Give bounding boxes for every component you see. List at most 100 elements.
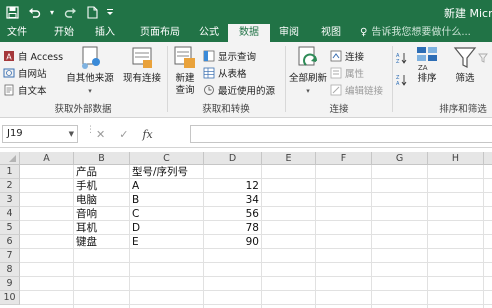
- sort-ascending-button[interactable]: AZ: [396, 50, 411, 65]
- cell-d5[interactable]: 78: [204, 221, 262, 235]
- chevron-down-icon[interactable]: [106, 4, 114, 20]
- show-queries-button[interactable]: 显示查询: [203, 48, 256, 63]
- column-header-h[interactable]: H: [428, 152, 484, 165]
- tell-me-text: 告诉我您想要做什么...: [371, 27, 471, 38]
- clear-filter-button[interactable]: [478, 50, 492, 65]
- column-header-b[interactable]: B: [74, 152, 130, 165]
- connections-button[interactable]: 连接: [330, 48, 364, 63]
- cell-b3[interactable]: 电脑: [76, 193, 97, 207]
- show-queries-icon: [203, 50, 215, 61]
- refresh-all-label: 全部刷新: [288, 73, 327, 84]
- grid-line: [427, 165, 428, 308]
- cell-b5[interactable]: 耳机: [76, 221, 97, 235]
- column-header-c[interactable]: C: [130, 152, 204, 165]
- column-header-g[interactable]: G: [372, 152, 428, 165]
- edit-links-icon: [330, 84, 342, 95]
- tab-home[interactable]: 开始: [46, 24, 82, 42]
- filter-button[interactable]: 筛选: [448, 44, 482, 85]
- spreadsheet-grid[interactable]: A B C D E F G H 1 2 3 4 5 6 7 8 9 10 产品 …: [0, 152, 492, 308]
- from-text-label: 自文本: [18, 85, 47, 97]
- row-header-5[interactable]: 5: [0, 221, 20, 235]
- cell-c1[interactable]: 型号/序列号: [132, 165, 188, 179]
- from-table-button[interactable]: 从表格: [203, 65, 247, 80]
- cancel-icon[interactable]: ✕: [96, 128, 105, 141]
- row-header-2[interactable]: 2: [0, 179, 20, 193]
- cell-c3[interactable]: B: [132, 193, 139, 207]
- enter-icon[interactable]: ✓: [119, 128, 128, 141]
- chevron-down-icon: ▾: [88, 87, 92, 95]
- drag-handle-icon[interactable]: ⋮: [86, 126, 95, 140]
- new-query-label-2: 查询: [175, 85, 195, 96]
- cell-c4[interactable]: C: [132, 207, 139, 221]
- chevron-down-icon[interactable]: ▼: [69, 126, 74, 142]
- tab-file[interactable]: 文件: [0, 24, 34, 42]
- column-header-e[interactable]: E: [262, 152, 316, 165]
- redo-icon[interactable]: [62, 4, 78, 20]
- web-icon: [3, 68, 15, 77]
- row-header-8[interactable]: 8: [0, 263, 20, 277]
- formula-input[interactable]: [190, 125, 492, 143]
- from-web-button[interactable]: 自网站: [3, 65, 47, 80]
- cell-b4[interactable]: 音响: [76, 207, 97, 221]
- sort-descending-button[interactable]: ZA: [396, 72, 411, 87]
- new-query-button[interactable]: 新建 查询: [170, 44, 200, 97]
- cell-b2[interactable]: 手机: [76, 179, 97, 193]
- recent-sources-label: 最近使用的源: [218, 85, 276, 97]
- row-header-1[interactable]: 1: [0, 165, 20, 179]
- save-icon[interactable]: [4, 4, 20, 20]
- refresh-all-button[interactable]: 全部刷新 ▾: [288, 44, 328, 97]
- refresh-icon: [298, 46, 317, 66]
- new-query-label-1: 新建: [175, 73, 195, 84]
- table-icon: [203, 67, 215, 78]
- row-header-6[interactable]: 6: [0, 235, 20, 249]
- cell-d4[interactable]: 56: [204, 207, 262, 221]
- insert-function-icon[interactable]: fx: [142, 128, 152, 141]
- new-document-icon[interactable]: [84, 4, 100, 20]
- tab-formulas[interactable]: 公式: [194, 24, 224, 42]
- row-header-3[interactable]: 3: [0, 193, 20, 207]
- from-access-button[interactable]: A 自 Access: [3, 48, 63, 63]
- cell-c2[interactable]: A: [132, 179, 139, 193]
- name-box[interactable]: J19 ▼: [2, 125, 78, 143]
- row-header-4[interactable]: 4: [0, 207, 20, 221]
- row-header-9[interactable]: 9: [0, 277, 20, 291]
- cell-b6[interactable]: 键盘: [76, 235, 97, 249]
- from-table-label: 从表格: [218, 68, 247, 80]
- column-header-d[interactable]: D: [204, 152, 262, 165]
- row-header-7[interactable]: 7: [0, 249, 20, 263]
- clear-filter-icon: [478, 53, 488, 63]
- cell-d3[interactable]: 34: [204, 193, 262, 207]
- grid-line: [20, 290, 492, 291]
- cell-c6[interactable]: E: [132, 235, 139, 249]
- cell-d2[interactable]: 12: [204, 179, 262, 193]
- row-header-10[interactable]: 10: [0, 291, 20, 305]
- tab-page-layout[interactable]: 页面布局: [130, 24, 190, 42]
- existing-connections-button[interactable]: 现有连接: [120, 44, 164, 85]
- edit-links-button[interactable]: 编辑链接: [330, 82, 383, 97]
- text-file-icon: [4, 84, 14, 95]
- undo-dropdown-icon[interactable]: ▾: [48, 4, 56, 20]
- column-header-f[interactable]: F: [316, 152, 372, 165]
- tab-review[interactable]: 审阅: [274, 24, 304, 42]
- properties-button[interactable]: 属性: [330, 65, 364, 80]
- tab-data[interactable]: 数据: [228, 24, 270, 42]
- tell-me-search[interactable]: ♀ 告诉我您想要做什么...: [360, 24, 471, 42]
- undo-icon[interactable]: [26, 4, 42, 20]
- from-text-button[interactable]: 自文本: [3, 82, 47, 97]
- column-header-a[interactable]: A: [20, 152, 74, 165]
- tab-insert[interactable]: 插入: [88, 24, 122, 42]
- sort-button[interactable]: ZA 排序: [412, 44, 442, 85]
- cell-d6[interactable]: 90: [204, 235, 262, 249]
- recent-sources-button[interactable]: 最近使用的源: [203, 82, 275, 97]
- existing-connections-icon: [132, 47, 152, 68]
- recent-sources-icon: [204, 84, 214, 95]
- cell-b1[interactable]: 产品: [76, 165, 97, 179]
- cell-c5[interactable]: D: [132, 221, 140, 235]
- sort-descending-icon: ZA: [396, 74, 407, 86]
- tab-view[interactable]: 视图: [316, 24, 346, 42]
- grid-line: [315, 165, 316, 308]
- name-box-value: J19: [7, 128, 23, 139]
- select-all-corner[interactable]: [0, 152, 20, 165]
- grid-line: [20, 276, 492, 277]
- from-other-sources-button[interactable]: 自其他来源 ▾: [64, 44, 116, 97]
